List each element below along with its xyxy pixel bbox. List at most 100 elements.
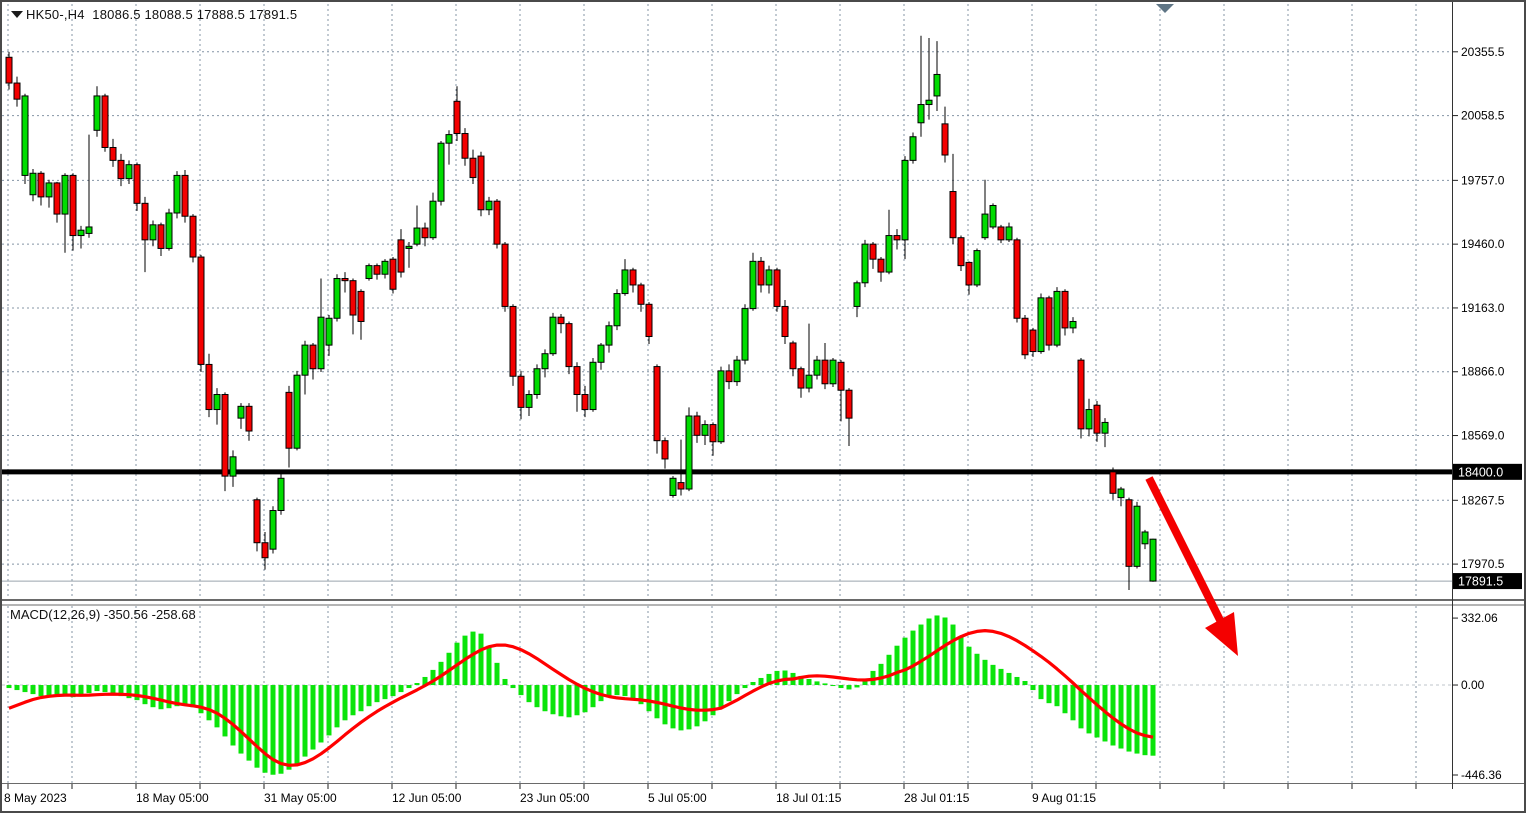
- macd-histogram-bar: [391, 685, 396, 696]
- candle-body: [1046, 298, 1052, 345]
- macd-histogram-bar: [503, 679, 508, 685]
- candle-body: [774, 270, 780, 307]
- candle-body: [838, 362, 844, 390]
- candle-body: [142, 203, 148, 240]
- macd-histogram-bar: [975, 654, 980, 685]
- macd-histogram-bar: [1055, 685, 1060, 706]
- macd-histogram-bar: [879, 664, 884, 685]
- macd-histogram-bar: [135, 685, 140, 700]
- candle-body: [638, 285, 644, 304]
- macd-histogram-bar: [335, 685, 340, 727]
- candle-body: [702, 425, 708, 436]
- price-tick-label: 20355.5: [1461, 45, 1505, 59]
- candle-body: [366, 266, 372, 279]
- macd-histogram-bar: [1127, 685, 1132, 752]
- candle-body: [790, 343, 796, 369]
- macd-histogram-bar: [359, 685, 364, 711]
- price-tick-label: 19460.0: [1461, 237, 1505, 251]
- macd-histogram-bar: [751, 682, 756, 685]
- price-badge-label: 18400.0: [1458, 465, 1503, 479]
- macd-histogram-bar: [1143, 685, 1148, 755]
- candle-body: [654, 367, 660, 441]
- candle-body: [1014, 240, 1020, 318]
- macd-histogram-bar: [103, 685, 108, 692]
- macd-histogram-bar: [967, 647, 972, 685]
- chart-canvas[interactable]: 20355.520058.519757.019460.019163.018866…: [2, 2, 1524, 811]
- macd-histogram-bar: [487, 646, 492, 685]
- candle-body: [1086, 410, 1092, 429]
- macd-histogram-bar: [911, 631, 916, 685]
- macd-histogram-bar: [207, 685, 212, 720]
- candle-body: [254, 500, 260, 543]
- macd-histogram-bar: [223, 685, 228, 736]
- candle-body: [1110, 472, 1116, 493]
- candle-body: [86, 227, 92, 233]
- candle-body: [502, 244, 508, 306]
- candle-body: [422, 228, 428, 238]
- candle-body: [334, 279, 340, 319]
- candle-body: [78, 230, 84, 235]
- candle-body: [590, 362, 596, 409]
- macd-histogram-bar: [399, 685, 404, 692]
- candle-body: [510, 306, 516, 376]
- candle-body: [990, 205, 996, 226]
- macd-histogram-bar: [367, 685, 372, 706]
- macd-histogram-bar: [231, 685, 236, 745]
- chart-shift-marker-icon[interactable]: [1156, 4, 1174, 13]
- candle-body: [302, 345, 308, 375]
- macd-histogram-bar: [919, 625, 924, 685]
- candle-body: [982, 214, 988, 238]
- macd-histogram-bar: [511, 685, 516, 688]
- time-axis-label: 12 Jun 05:00: [392, 791, 462, 805]
- time-axis-label: 31 May 05:00: [264, 791, 337, 805]
- candle-body: [518, 376, 524, 407]
- candle-body: [326, 318, 332, 345]
- candle-body: [262, 543, 268, 558]
- macd-histogram-bar: [743, 685, 748, 688]
- macd-histogram-bar: [55, 685, 60, 694]
- macd-histogram-bar: [855, 685, 860, 687]
- macd-histogram-bar: [159, 685, 164, 709]
- macd-histogram-bar: [1047, 685, 1052, 703]
- macd-histogram-bar: [479, 634, 484, 685]
- macd-histogram-bar: [759, 678, 764, 685]
- macd-histogram-bar: [999, 669, 1004, 685]
- macd-histogram-bar: [327, 685, 332, 735]
- macd-histogram-bar: [1071, 685, 1076, 720]
- macd-histogram-bar: [591, 685, 596, 707]
- candle-body: [1054, 291, 1060, 345]
- macd-histogram-bar: [295, 685, 300, 764]
- candle-body: [1006, 227, 1012, 240]
- candle-body: [966, 262, 972, 285]
- macd-histogram-bar: [623, 685, 628, 696]
- time-axis-label: 18 May 05:00: [136, 791, 209, 805]
- candle-body: [662, 441, 668, 459]
- macd-histogram-bar: [567, 685, 572, 717]
- candle-body: [54, 183, 60, 214]
- macd-signal-line: [9, 631, 1153, 766]
- candle-body: [782, 306, 788, 336]
- candle-body: [1062, 291, 1068, 328]
- chart-title: HK50-,H4 18086.5 18088.5 17888.5 17891.5: [26, 7, 297, 22]
- candle-body: [942, 124, 948, 155]
- candle-body: [630, 270, 636, 285]
- macd-histogram-bar: [1119, 685, 1124, 749]
- candle-body: [830, 360, 836, 384]
- macd-histogram-bar: [1095, 685, 1100, 737]
- candle-body: [358, 291, 364, 321]
- candle-body: [174, 175, 180, 213]
- candle-body: [486, 201, 492, 210]
- candle-body: [494, 201, 500, 244]
- candle-body: [870, 244, 876, 259]
- macd-histogram-bar: [31, 685, 36, 694]
- candle-body: [758, 261, 764, 285]
- candle-body: [62, 175, 68, 214]
- candle-body: [430, 201, 436, 238]
- macd-histogram-bar: [255, 685, 260, 768]
- candle-body: [118, 160, 124, 178]
- candle-body: [158, 225, 164, 249]
- candle-body: [582, 395, 588, 410]
- candle-body: [270, 511, 276, 550]
- macd-histogram-bar: [719, 685, 724, 708]
- macd-tick-label: 332.06: [1461, 611, 1498, 625]
